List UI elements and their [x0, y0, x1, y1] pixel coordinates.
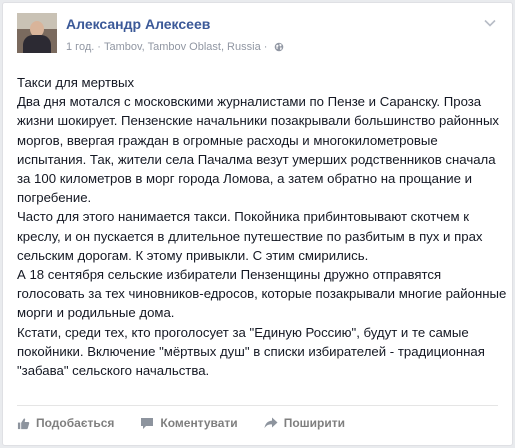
comment-button[interactable]: Коментувати [140, 416, 238, 430]
post-time[interactable]: 1 год. [66, 41, 94, 53]
chevron-down-icon[interactable] [484, 19, 496, 27]
comment-label: Коментувати [160, 416, 238, 430]
share-button[interactable]: Поширити [264, 416, 345, 430]
globe-icon[interactable] [274, 42, 284, 52]
comment-bubble-icon [141, 417, 154, 429]
share-label: Поширити [283, 416, 345, 430]
meta-separator: · [97, 41, 101, 53]
post-card: Александр Алексеев 1 год. · Tambov, Tamb… [2, 2, 513, 446]
actions-divider [17, 405, 498, 406]
author-name[interactable]: Александр Алексеев [66, 16, 210, 32]
thumbs-up-icon [17, 417, 30, 429]
share-arrow-icon [264, 417, 278, 429]
avatar-body [23, 35, 51, 53]
post-meta: 1 год. · Tambov, Tambov Oblast, Russia · [66, 41, 284, 53]
meta-separator-2: · [263, 41, 268, 53]
author-avatar[interactable] [17, 13, 57, 53]
like-button[interactable]: Подобається [17, 416, 114, 430]
post-location[interactable]: Tambov, Tambov Oblast, Russia [104, 41, 261, 53]
post-body-text: Такси для мертвых Два дня мотался с моск… [17, 75, 507, 379]
like-label: Подобається [36, 416, 115, 430]
post-actions: Подобається Коментувати Поширити [17, 413, 371, 433]
